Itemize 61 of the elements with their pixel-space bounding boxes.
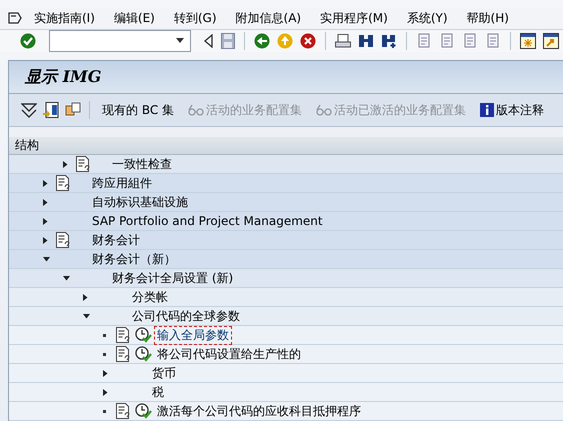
menu-item[interactable]: 转到(G) [174,10,217,27]
bullet-icon [103,352,106,356]
checkmark-icon[interactable] [20,32,36,49]
tree-item[interactable]: 货币 [149,364,179,382]
document-icon[interactable] [115,327,131,343]
menu-item[interactable]: 帮助(H) [466,10,509,27]
copy-icon[interactable] [65,102,81,118]
tree-item[interactable]: 将公司代码设置给生产性的 [154,344,304,364]
bullet-icon [103,410,106,412]
menu-item[interactable]: 实用程序(M) [320,10,388,27]
tree-item[interactable]: 跨应用組件 [89,174,155,192]
document-icon[interactable] [115,403,131,419]
printer-icon[interactable] [335,34,351,48]
collapsed-triangle-icon[interactable] [43,180,48,186]
document-icon[interactable] [75,156,91,172]
tree-item[interactable]: 自动标识基础设施 [89,192,191,212]
info-icon [480,103,494,117]
document-icon[interactable] [55,175,71,191]
menu-item[interactable]: 系统(Y) [406,10,448,27]
tree-item[interactable]: 激活每个公司代码的应收科目抵押程序 [154,402,364,420]
column-header: 结构 [9,137,563,155]
new-window-icon[interactable] [520,32,536,49]
toolbar-button[interactable]: 现有的 BC 集 [98,100,178,120]
glasses-icon [188,104,204,116]
tree-item[interactable]: 一致性检查 [109,154,175,174]
triangle-left-icon[interactable] [204,34,214,48]
cancel-icon[interactable] [300,32,316,49]
toolbar-button[interactable]: 版本注释 [476,100,548,120]
collapsed-triangle-icon[interactable] [83,294,88,300]
menu-icon[interactable] [8,12,22,24]
expanded-triangle-icon[interactable] [43,256,50,262]
bullet-icon [103,334,106,336]
dropdown-icon[interactable] [176,38,184,44]
tree-item[interactable]: 分类帐 [129,288,171,306]
document-icon[interactable] [55,232,71,248]
clock-check-icon[interactable] [135,346,152,362]
clock-check-icon[interactable] [135,403,152,419]
collapsed-triangle-icon[interactable] [43,198,48,206]
document-icon[interactable] [43,102,59,118]
document-icon[interactable] [115,346,131,362]
collapsed-triangle-icon[interactable] [63,160,68,168]
filter-icon[interactable] [21,102,37,118]
expanded-triangle-icon[interactable] [63,276,70,280]
command-field[interactable] [49,30,191,52]
save-icon[interactable] [221,32,235,49]
collapsed-triangle-icon[interactable] [43,218,48,224]
menu-item[interactable]: 附加信息(A) [236,10,302,27]
tree-item[interactable]: 税 [149,382,167,402]
collapsed-triangle-icon[interactable] [43,236,48,244]
collapsed-triangle-icon[interactable] [103,388,108,396]
menu-item[interactable]: 实施指南(I) [34,10,95,27]
clock-check-icon[interactable] [135,327,152,343]
collapsed-triangle-icon[interactable] [103,370,108,376]
expanded-triangle-icon[interactable] [83,314,90,318]
screen-title: 显示 IMG [25,66,102,88]
shortcut-icon[interactable] [543,32,559,49]
menu-item[interactable]: 编辑(E) [114,10,155,27]
back-icon[interactable] [254,32,270,49]
glasses-icon [316,104,332,116]
tree-item[interactable]: 财务会计 [89,230,143,250]
tree-item[interactable]: 财务会计（新） [89,250,179,268]
